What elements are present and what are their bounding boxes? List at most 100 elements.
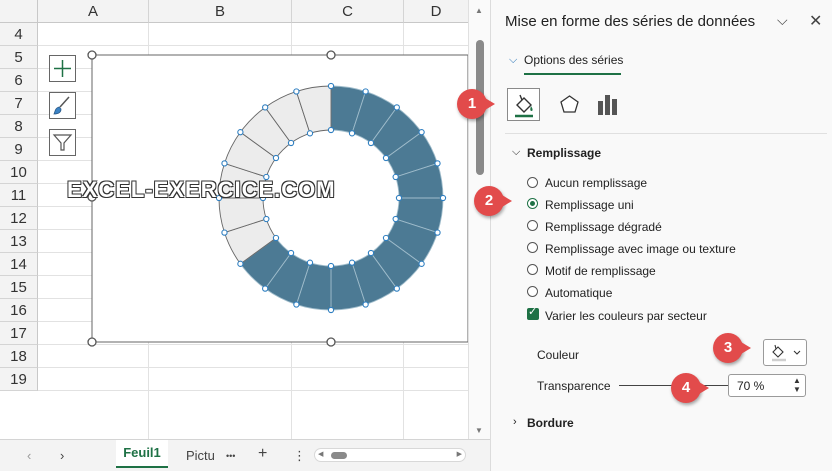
- tab-series-options[interactable]: Options des séries: [524, 53, 623, 67]
- segment-selection-handle[interactable]: [237, 260, 244, 267]
- bar-chart-icon: [598, 95, 617, 115]
- series-options-tab[interactable]: [591, 88, 624, 121]
- callout-badge: 1: [457, 89, 495, 119]
- segment-selection-handle[interactable]: [272, 234, 280, 242]
- segment-selection-handle[interactable]: [418, 129, 425, 136]
- segment-selection-handle[interactable]: [439, 194, 447, 202]
- radio-automatique[interactable]: [527, 286, 538, 297]
- radio-label[interactable]: Remplissage uni: [545, 198, 634, 212]
- segment-selection-handle[interactable]: [287, 139, 295, 147]
- color-label: Couleur: [537, 348, 580, 362]
- segment-selection-handle[interactable]: [382, 154, 390, 162]
- filter-icon: [52, 134, 73, 151]
- segment-selection-handle[interactable]: [327, 306, 335, 314]
- radio-label[interactable]: Automatique: [545, 286, 612, 300]
- sheet-tab-feuil1[interactable]: Feuil1: [116, 440, 168, 468]
- segment-selection-handle[interactable]: [392, 215, 399, 223]
- pane-options-chevron-icon[interactable]: ⌵: [777, 12, 788, 29]
- segment-selection-handle[interactable]: [392, 173, 399, 181]
- segment-selection-handle[interactable]: [434, 229, 441, 236]
- segment-selection-handle[interactable]: [306, 130, 314, 137]
- add-sheet-button[interactable]: +: [258, 445, 267, 463]
- segment-selection-handle[interactable]: [237, 129, 244, 136]
- radio-image-texture[interactable]: [527, 242, 538, 253]
- tab-separator: [505, 133, 827, 134]
- segment-selection-handle[interactable]: [262, 285, 269, 292]
- segment-selection-handle[interactable]: [348, 130, 356, 137]
- chart-elements-button[interactable]: [49, 55, 76, 82]
- pane-title: Mise en forme des séries de données: [505, 13, 756, 30]
- scroll-down-icon[interactable]: ▼: [475, 426, 483, 435]
- chart-filters-button[interactable]: [49, 129, 76, 156]
- section-remplissage[interactable]: Remplissage: [527, 146, 601, 160]
- segment-selection-handle[interactable]: [362, 301, 369, 308]
- segment-selection-handle[interactable]: [221, 160, 228, 167]
- radio-remplissage-uni[interactable]: [527, 198, 538, 209]
- chevron-down-icon[interactable]: ⌵: [512, 146, 520, 159]
- horizontal-scroll-thumb[interactable]: [331, 452, 347, 459]
- segment-selection-handle[interactable]: [287, 249, 295, 257]
- fill-color-picker[interactable]: [763, 339, 807, 366]
- sheet-tab-pictu[interactable]: Pictu: [186, 448, 215, 463]
- chart-styles-button[interactable]: [49, 92, 76, 119]
- vertical-scrollbar[interactable]: ▲ ▼: [468, 0, 490, 440]
- segment-selection-handle[interactable]: [272, 154, 280, 162]
- segment-selection-handle[interactable]: [348, 259, 356, 266]
- transparency-value[interactable]: 70 %: [737, 379, 764, 393]
- pentagon-icon: [560, 95, 579, 113]
- segment-selection-handle[interactable]: [434, 160, 441, 167]
- segment-selection-handle[interactable]: [293, 301, 300, 308]
- vary-colors-label[interactable]: Varier les couleurs par secteur: [545, 309, 707, 323]
- segment-selection-handle[interactable]: [262, 104, 269, 111]
- callout-badge: 2: [474, 186, 512, 216]
- sheet-tab-bar: ‹ › Feuil1 Pictu ••• + ⋮ ◀ ▶: [0, 439, 490, 471]
- radio-label[interactable]: Aucun remplissage: [545, 176, 647, 190]
- prev-sheet-icon[interactable]: ‹: [27, 448, 31, 463]
- segment-selection-handle[interactable]: [393, 285, 400, 292]
- effects-tab[interactable]: [553, 88, 586, 121]
- segment-selection-handle[interactable]: [393, 104, 400, 111]
- radio-remplissage-degrade[interactable]: [527, 220, 538, 231]
- paint-bucket-icon: [515, 94, 533, 118]
- segment-selection-handle[interactable]: [306, 259, 314, 266]
- segment-selection-handle[interactable]: [327, 262, 335, 270]
- radio-label[interactable]: Remplissage dégradé: [545, 220, 662, 234]
- more-sheets-icon[interactable]: •••: [226, 451, 235, 461]
- radio-label[interactable]: Remplissage avec image ou texture: [545, 242, 736, 256]
- transparency-input[interactable]: 70 % ▲ ▼: [728, 374, 806, 397]
- fill-line-tab[interactable]: [507, 88, 540, 121]
- segment-selection-handle[interactable]: [327, 126, 335, 134]
- chart-resize-handle[interactable]: [87, 50, 97, 60]
- spreadsheet-grid[interactable]: A B C D 4 5 6 7 8 9 10 11 12 13 14 15 16 17 18 19 EXCEL…: [0, 0, 490, 471]
- segment-selection-handle[interactable]: [382, 234, 390, 242]
- segment-selection-handle[interactable]: [293, 88, 300, 95]
- chart-resize-handle[interactable]: [87, 337, 97, 347]
- segment-selection-handle[interactable]: [263, 215, 270, 223]
- close-icon[interactable]: ✕: [809, 11, 822, 31]
- radio-label[interactable]: Motif de remplissage: [545, 264, 656, 278]
- active-tab-underline: [524, 73, 621, 75]
- chart-resize-handle[interactable]: [326, 50, 336, 60]
- scroll-right-icon[interactable]: ▶: [457, 450, 462, 458]
- section-bordure[interactable]: Bordure: [527, 416, 574, 430]
- brush-icon: [53, 96, 70, 115]
- next-sheet-icon[interactable]: ›: [60, 448, 64, 463]
- segment-selection-handle[interactable]: [367, 249, 375, 257]
- segment-selection-handle[interactable]: [395, 194, 403, 202]
- segment-selection-handle[interactable]: [221, 229, 228, 236]
- radio-aucun-remplissage[interactable]: [527, 177, 538, 188]
- callout-badge: 4: [671, 373, 709, 403]
- segment-selection-handle[interactable]: [362, 88, 369, 95]
- scroll-left-icon[interactable]: ◀: [318, 450, 323, 458]
- segment-selection-handle[interactable]: [418, 260, 425, 267]
- scroll-up-icon[interactable]: ▲: [475, 6, 483, 15]
- horizontal-scrollbar[interactable]: ◀ ▶: [314, 448, 466, 462]
- segment-selection-handle[interactable]: [327, 82, 335, 90]
- sheet-menu-icon[interactable]: ⋮: [293, 448, 306, 464]
- spinner-icon[interactable]: ▲ ▼: [793, 376, 801, 394]
- chevron-down-icon[interactable]: ⌵: [509, 54, 517, 67]
- chevron-right-icon[interactable]: ›: [513, 416, 517, 428]
- radio-motif[interactable]: [527, 264, 538, 275]
- segment-selection-handle[interactable]: [367, 139, 375, 147]
- chart-resize-handle[interactable]: [326, 337, 336, 347]
